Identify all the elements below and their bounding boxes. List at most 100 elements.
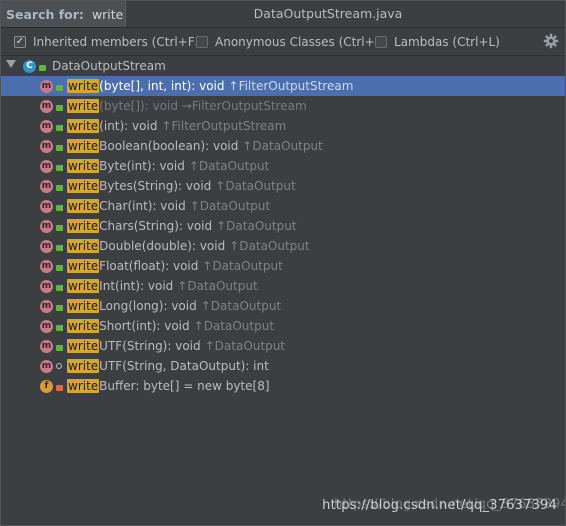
member-label: write UTF(String): void ↑DataOutput	[67, 339, 285, 353]
watermark-text: https://blog.csdn.net/qq_37637394	[322, 498, 557, 513]
member-label: write Char(int): void ↑DataOutput	[67, 199, 270, 213]
public-lock-icon	[55, 122, 63, 131]
inherited-members-label: Inherited members (Ctrl+F3)	[33, 34, 207, 49]
member-signature: Buffer: byte[] = new byte[8]	[99, 379, 270, 393]
member-owner: ↑DataOutput	[229, 239, 310, 253]
member-owner: ↑DataOutput	[204, 339, 286, 353]
search-match-highlight: write	[67, 239, 100, 253]
search-field[interactable]: Search for: write	[1, 1, 126, 27]
root-class-label: DataOutputStream	[52, 59, 166, 73]
method-icon: m	[40, 179, 53, 193]
member-row[interactable]: m write Short(int): void ↑DataOutput	[1, 316, 565, 336]
method-icon: m	[40, 259, 53, 273]
member-label: write Float(float): void ↑DataOutput	[67, 259, 283, 273]
member-owner: ↑DataOutput	[188, 159, 270, 173]
member-signature: Short(int): void	[99, 319, 190, 333]
member-row[interactable]: m write Double(double): void ↑DataOutput	[1, 236, 565, 256]
filter-bar: ✓ Inherited members (Ctrl+F3) Anonymous …	[1, 28, 565, 56]
method-icon: m	[40, 159, 53, 173]
member-row[interactable]: m write (byte[], int, int): void ↑FilterOut…	[1, 76, 565, 96]
member-row[interactable]: m write Bytes(String): void ↑DataOutput	[1, 176, 565, 196]
method-icon: m	[40, 239, 53, 253]
lambdas-label: Lambdas (Ctrl+L)	[394, 34, 500, 49]
lambdas-checkbox[interactable]: Lambdas (Ctrl+L)	[375, 28, 500, 55]
member-row[interactable]: m write Float(float): void ↑DataOutput	[1, 256, 565, 276]
member-row[interactable]: m write Int(int): void ↑DataOutput	[1, 276, 565, 296]
public-lock-icon	[55, 342, 63, 351]
member-signature: (byte[]): void →FilterOutputStream	[99, 99, 307, 113]
member-owner: ↑DataOutput	[177, 279, 258, 293]
member-signature: Boolean(boolean): void	[99, 139, 239, 153]
member-owner: ↑DataOutput	[216, 219, 297, 233]
member-signature: (byte[], int, int): void	[99, 79, 225, 93]
search-match-highlight: write	[67, 219, 100, 233]
search-match-highlight: write	[67, 99, 100, 113]
search-input[interactable]: write	[92, 7, 123, 22]
member-row[interactable]: m write UTF(String): void ↑DataOutput	[1, 336, 565, 356]
member-row[interactable]: m write Long(long): void ↑DataOutput	[1, 296, 565, 316]
method-icon: m	[40, 119, 53, 133]
watermark: https://blog.csdn.net/qq_37637394 https:…	[322, 497, 565, 513]
member-signature: Float(float): void	[99, 259, 199, 273]
public-lock-icon	[55, 222, 63, 231]
member-signature: Chars(String): void	[99, 219, 213, 233]
tree-root-row[interactable]: C DataOutputStream	[1, 56, 565, 76]
member-row[interactable]: m write UTF(String, DataOutput): int	[1, 356, 565, 376]
method-icon: m	[40, 219, 53, 233]
public-lock-icon	[55, 182, 63, 191]
checkbox-checked-icon[interactable]: ✓	[14, 35, 26, 48]
member-owner: ↑DataOutput	[242, 139, 323, 153]
public-lock-icon	[55, 322, 63, 331]
popup-header: Search for: write DataOutputStream.java	[1, 1, 565, 28]
inherited-members-checkbox[interactable]: ✓ Inherited members (Ctrl+F3)	[14, 28, 207, 55]
search-match-highlight: write	[67, 199, 100, 213]
member-signature: Bytes(String): void	[99, 179, 212, 193]
structure-tree: C DataOutputStream m write (byte[], int, i…	[1, 56, 565, 396]
member-label: write (byte[], int, int): void ↑FilterOutp…	[67, 79, 353, 93]
member-row[interactable]: f write Buffer: byte[] = new byte[8]	[1, 376, 565, 396]
member-owner: ↑FilterOutputStream	[161, 119, 287, 133]
member-owner: ↑DataOutput	[202, 259, 283, 273]
member-signature: Double(double): void	[99, 239, 226, 253]
method-icon: m	[40, 299, 53, 313]
method-icon: m	[40, 279, 53, 293]
gear-icon[interactable]	[543, 33, 559, 49]
structure-popup: Search for: write DataOutputStream.java …	[0, 0, 566, 526]
member-row[interactable]: m write Byte(int): void ↑DataOutput	[1, 156, 565, 176]
public-lock-icon	[55, 242, 63, 251]
member-label: write Short(int): void ↑DataOutput	[67, 319, 274, 333]
method-icon: m	[40, 139, 53, 153]
public-lock-icon	[55, 302, 63, 311]
search-match-highlight: write	[67, 359, 100, 373]
checkbox-unchecked-icon[interactable]	[375, 35, 387, 48]
search-match-highlight: write	[67, 379, 100, 393]
member-owner: ↑DataOutput	[215, 179, 296, 193]
member-signature: (int): void	[99, 119, 158, 133]
member-row[interactable]: m write Char(int): void ↑DataOutput	[1, 196, 565, 216]
search-match-highlight: write	[67, 159, 100, 173]
member-signature: UTF(String): void	[99, 339, 201, 353]
member-label: write Double(double): void ↑DataOutput	[67, 239, 310, 253]
expand-arrow-icon[interactable]	[6, 60, 16, 68]
anonymous-classes-checkbox[interactable]: Anonymous Classes (Ctrl+I)	[196, 28, 383, 55]
search-match-highlight: write	[67, 339, 100, 353]
member-row[interactable]: m write Boolean(boolean): void ↑DataOutput	[1, 136, 565, 156]
public-lock-icon	[55, 202, 63, 211]
method-icon: m	[40, 339, 53, 353]
package-visibility-icon	[55, 362, 63, 371]
member-label: write Buffer: byte[] = new byte[8]	[67, 379, 270, 393]
member-row[interactable]: m write (byte[]): void →FilterOutputStream	[1, 96, 565, 116]
member-owner: ↑DataOutput	[200, 299, 282, 313]
member-signature: Long(long): void	[99, 299, 197, 313]
method-icon: m	[40, 319, 53, 333]
member-label: write Chars(String): void ↑DataOutput	[67, 219, 297, 233]
method-icon: m	[40, 99, 53, 113]
checkbox-unchecked-icon[interactable]	[196, 35, 208, 48]
member-label: write (byte[]): void →FilterOutputStream	[67, 99, 307, 113]
member-row[interactable]: m write (int): void ↑FilterOutputStream	[1, 116, 565, 136]
member-label: write Boolean(boolean): void ↑DataOutput	[67, 139, 323, 153]
member-owner: ↑DataOutput	[193, 319, 275, 333]
member-row[interactable]: m write Chars(String): void ↑DataOutput	[1, 216, 565, 236]
public-lock-icon	[55, 142, 63, 151]
public-lock-icon	[55, 82, 63, 91]
